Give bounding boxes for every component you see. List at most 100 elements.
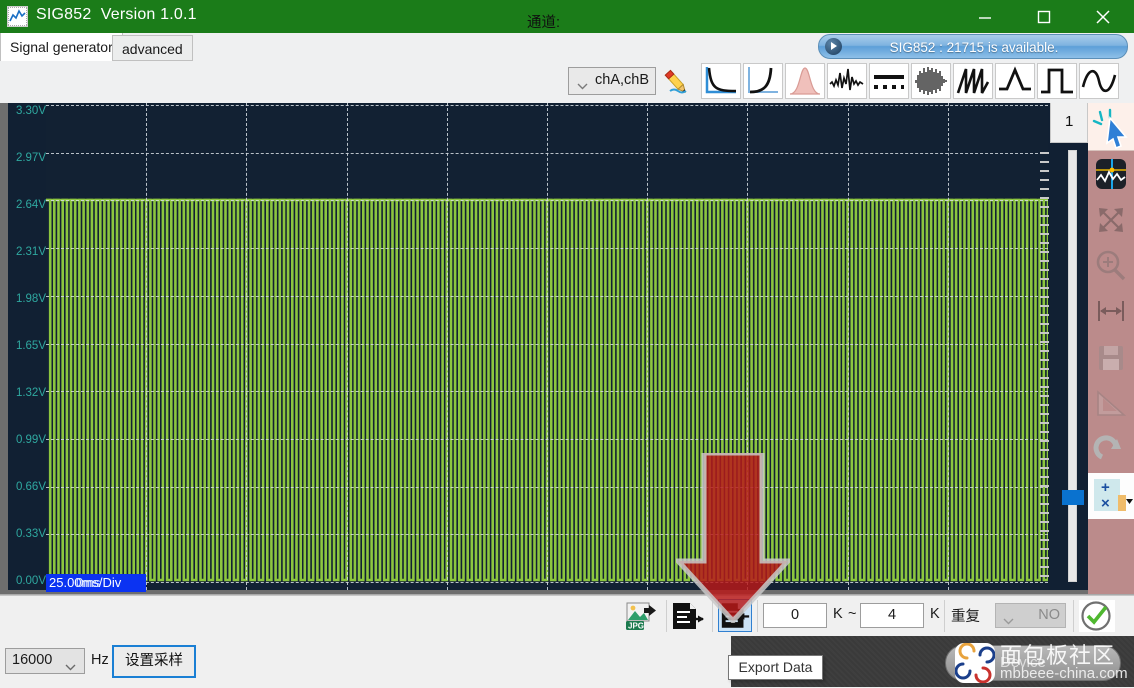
grid-line-vertical xyxy=(547,103,548,590)
horizontal-fit-icon[interactable] xyxy=(1088,289,1134,335)
scroll-tick xyxy=(1040,350,1049,352)
waveform-triangle-icon[interactable] xyxy=(995,63,1035,99)
y-axis-tick: 3.30V xyxy=(15,105,46,117)
export-document-out-icon[interactable] xyxy=(671,601,705,631)
y-axis: 3.30V 2.97V 2.64V 2.31V 1.98V 1.65V 1.32V 0.99V… xyxy=(8,103,46,590)
grid-line-horizontal xyxy=(46,438,1048,440)
scroll-tick xyxy=(1040,548,1049,550)
tooltip: Export Data xyxy=(728,655,823,680)
scroll-tick xyxy=(1040,521,1049,523)
grid-line-horizontal xyxy=(46,582,1048,583)
scroll-tick xyxy=(1040,395,1049,397)
waveform-sawtooth-icon[interactable] xyxy=(953,63,993,99)
pencil-edit-icon[interactable] xyxy=(663,64,697,98)
scroll-tick xyxy=(1040,575,1049,577)
plot-canvas[interactable] xyxy=(46,103,1048,590)
waveform-thumbnail-icon[interactable] xyxy=(1088,151,1134,197)
scroll-tick xyxy=(1040,323,1049,325)
scroll-tick xyxy=(1040,503,1049,505)
window-title: SIG852 Version 1.0.1 xyxy=(36,6,197,23)
divider xyxy=(757,600,758,632)
set-sample-button[interactable]: 设置采样 xyxy=(112,645,196,678)
waveform-exp-rise-icon[interactable] xyxy=(743,63,783,99)
scroll-tick xyxy=(1040,449,1049,451)
x-scale-overlay: 0ms xyxy=(76,575,101,590)
scroll-tick xyxy=(1040,152,1049,154)
chevron-down-icon xyxy=(65,658,76,676)
grid-line-horizontal xyxy=(46,534,1048,536)
divider xyxy=(0,594,1134,595)
scroll-tick xyxy=(1040,278,1049,280)
redo-arrow-icon[interactable] xyxy=(1088,427,1134,473)
grid-line-vertical xyxy=(246,103,248,590)
grid-line-horizontal xyxy=(46,105,1048,106)
save-disk-icon[interactable] xyxy=(1088,335,1134,381)
waveform-gaussian-pulse-icon[interactable] xyxy=(785,63,825,99)
grid-line-horizontal xyxy=(46,486,1048,488)
scroll-tick xyxy=(1040,377,1049,379)
scroll-tick xyxy=(1040,296,1049,298)
chart-area: 3.30V 2.97V 2.64V 2.31V 1.98V 1.65V 1.32V 0.99V… xyxy=(0,103,1088,595)
scroll-tick xyxy=(1040,197,1049,199)
cursor-select-icon[interactable] xyxy=(1088,103,1134,151)
expand-arrows-icon[interactable] xyxy=(1088,197,1134,243)
export-jpg-icon[interactable]: JPG xyxy=(626,601,662,631)
x-scale-badge[interactable]: 25.00ms/Div 0ms xyxy=(46,574,146,592)
grid-line-horizontal xyxy=(46,200,1048,202)
scroll-tick xyxy=(1040,269,1049,271)
ruler-triangle-icon[interactable] xyxy=(1088,381,1134,427)
divider xyxy=(944,600,945,632)
tab-signal-generator[interactable]: Signal generator xyxy=(0,33,123,61)
close-button[interactable] xyxy=(1080,0,1126,33)
add-remove-series-icon[interactable]: + × xyxy=(1088,473,1134,519)
waveform-dashed-line-icon[interactable] xyxy=(869,63,909,99)
grid-line-horizontal xyxy=(46,343,1048,345)
scroll-tick xyxy=(1040,305,1049,307)
range-to-unit: K xyxy=(930,606,940,622)
scroll-tick xyxy=(1040,467,1049,469)
scroll-tick xyxy=(1040,314,1049,316)
scroll-tick xyxy=(1040,179,1049,181)
grid-line-vertical xyxy=(146,103,148,590)
scroll-tick xyxy=(1040,161,1049,163)
y-axis-tick: 0.66V xyxy=(15,481,46,493)
scroll-tick xyxy=(1040,422,1049,424)
grid-line-vertical xyxy=(947,103,949,590)
range-to-input[interactable]: 4 xyxy=(860,603,924,628)
grid-line-horizontal xyxy=(46,391,1048,393)
scroll-tick xyxy=(1040,260,1049,262)
tab-advanced[interactable]: advanced xyxy=(112,35,193,61)
scroll-tick xyxy=(1040,494,1049,496)
waveform-noise-burst-icon[interactable] xyxy=(827,63,867,99)
range-separator: ~ xyxy=(848,606,857,622)
y-axis-tick: 1.98V xyxy=(15,293,46,305)
scroll-tick xyxy=(1040,242,1049,244)
minimize-button[interactable] xyxy=(962,0,1008,33)
divider xyxy=(1073,600,1074,632)
range-from-unit: K xyxy=(833,606,843,622)
channel-select[interactable]: chA,chB xyxy=(568,67,656,95)
y-axis-tick: 2.64V xyxy=(15,199,46,211)
confirm-button[interactable] xyxy=(1079,600,1115,632)
range-from-input[interactable]: 0 xyxy=(763,603,827,628)
waveform-exp-decay-icon[interactable] xyxy=(701,63,741,99)
waveform-dense-noise-icon[interactable] xyxy=(911,63,951,99)
maximize-button[interactable] xyxy=(1021,0,1067,33)
sample-rate-select[interactable]: 16000 xyxy=(5,648,85,674)
notification-banner[interactable]: SIG852 : 21715 is available. xyxy=(818,34,1128,59)
vertical-scroll-track[interactable] xyxy=(1068,150,1077,582)
grid-line-vertical xyxy=(346,103,348,590)
waveform-sine-icon[interactable] xyxy=(1079,63,1119,99)
repeat-select[interactable]: NO xyxy=(995,603,1066,628)
zoom-in-icon[interactable] xyxy=(1088,243,1134,289)
waveform-square-icon[interactable] xyxy=(1037,63,1077,99)
repeat-value: NO xyxy=(1038,607,1060,623)
scroll-tick xyxy=(1040,359,1049,361)
trace-number-box[interactable]: 1 xyxy=(1050,103,1088,143)
scroll-tick xyxy=(1040,224,1049,226)
scroll-tick xyxy=(1040,206,1049,208)
export-data-button[interactable] xyxy=(718,599,752,632)
app-icon xyxy=(7,6,28,27)
scroll-tick xyxy=(1040,512,1049,514)
vertical-scroll-handle[interactable] xyxy=(1062,490,1084,505)
